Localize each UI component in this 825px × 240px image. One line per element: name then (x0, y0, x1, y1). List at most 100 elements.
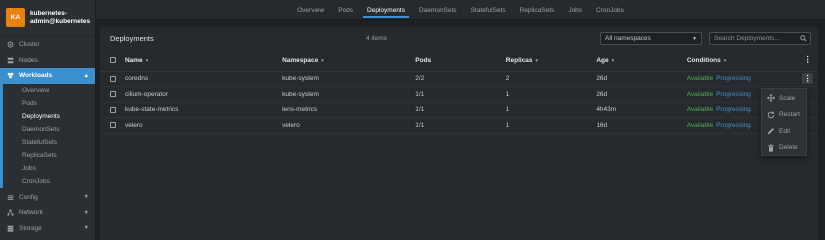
column-header-name[interactable]: Name ▼ (124, 50, 283, 72)
cluster-name: kubernetes-admin@kubernetes (30, 10, 91, 25)
cell-conditions: Available Progressing (686, 71, 798, 87)
cell-age: 4h43m (596, 102, 687, 118)
sidebar-item-storage[interactable]: Storage ▼ (0, 221, 95, 237)
menu-item-label: Edit (779, 127, 791, 135)
cell-name: cilium-operator (124, 86, 283, 103)
sidebar-item-cluster[interactable]: Cluster (0, 37, 95, 53)
kebab-icon: ⋮ (803, 73, 812, 83)
cell-pods: 1/1 (415, 102, 506, 118)
scale-icon (767, 94, 775, 103)
cell-namespace: kube-system (282, 71, 416, 87)
condition-available: Available (686, 90, 714, 98)
sidebar-subitem-pods[interactable]: Pods (3, 97, 95, 110)
sidebar: KA kubernetes-admin@kubernetes ▼ Cluster… (0, 0, 100, 240)
table-row[interactable]: cilium-operator kube-system 1/1 1 26d Av… (100, 86, 818, 103)
tab-pods[interactable]: Pods (331, 0, 360, 20)
menu-item-scale[interactable]: Scale (762, 90, 806, 107)
sidebar-item-label: Workloads (19, 72, 53, 80)
sidebar-subitem-overview[interactable]: Overview (3, 84, 95, 97)
sidebar-item-config[interactable]: Config ▼ (0, 190, 95, 206)
edit-icon (767, 128, 774, 135)
nodes-icon (7, 57, 14, 64)
menu-item-restart[interactable]: Restart (762, 107, 806, 124)
sidebar-subitem-deployments[interactable]: Deployments (3, 110, 95, 123)
cluster-selector[interactable]: KA kubernetes-admin@kubernetes ▼ (0, 0, 100, 36)
row-checkbox[interactable] (110, 122, 116, 129)
menu-item-label: Restart (779, 111, 800, 119)
sidebar-item-network[interactable]: Network ▼ (0, 205, 95, 221)
sidebar-subitem-daemonsets[interactable]: DaemonSets (3, 123, 95, 136)
sidebar-item-label: Nodes (19, 56, 38, 64)
cell-namespace: lens-metrics (282, 102, 416, 118)
sort-icon: ▼ (722, 57, 728, 63)
panel-header: Deployments 4 items All namespaces ▼ Sea… (100, 27, 818, 50)
tab-deployments[interactable]: Deployments (360, 0, 412, 20)
menu-item-delete[interactable]: Delete (762, 140, 806, 157)
column-header-replicas[interactable]: Replicas ▼ (505, 50, 597, 72)
row-menu-button[interactable]: ⋮ (802, 73, 814, 85)
cell-pods: 2/2 (415, 71, 506, 87)
column-header-pods[interactable]: Pods (415, 50, 506, 72)
search-icon (800, 35, 807, 44)
menu-item-label: Delete (779, 144, 798, 152)
cell-pods: 1/1 (415, 86, 506, 103)
sidebar-item-label: Storage (19, 224, 42, 232)
menu-item-label: Scale (779, 94, 796, 102)
condition-progressing: Progressing (716, 106, 751, 114)
sidebar-item-label: Network (19, 209, 43, 217)
column-menu-icon[interactable]: ⋮ (804, 55, 812, 63)
search-placeholder: Search Deployments... (714, 35, 780, 42)
row-checkbox[interactable] (110, 91, 116, 98)
condition-available: Available (686, 106, 714, 114)
sidebar-item-label: Cluster (19, 41, 40, 49)
tab-overview[interactable]: Overview (290, 0, 331, 20)
column-header-namespace[interactable]: Namespace ▼ (282, 50, 416, 72)
select-all-checkbox[interactable] (110, 57, 116, 64)
tab-daemonsets[interactable]: DaemonSets (412, 0, 464, 20)
table-header-row: Name ▼ Namespace ▼ Pods Replicas ▼ Age ▼ Con… (100, 50, 818, 72)
condition-progressing: Progressing (716, 121, 751, 129)
condition-progressing: Progressing (716, 75, 751, 83)
chevron-down-icon: ▼ (692, 35, 697, 42)
tab-statefulsets[interactable]: StatefulSets (464, 0, 513, 20)
cell-namespace: velero (282, 117, 416, 134)
table-row[interactable]: coredns kube-system 2/2 2 26d Available P… (100, 71, 818, 87)
items-count: 4 items (366, 35, 387, 42)
namespace-select-value: All namespaces (605, 35, 651, 42)
tab-jobs[interactable]: Jobs (561, 0, 589, 20)
sidebar-subitem-jobs[interactable]: Jobs (3, 162, 95, 175)
workloads-submenu: Overview Pods Deployments DaemonSets Sta… (0, 83, 95, 188)
row-checkbox[interactable] (110, 75, 116, 82)
sidebar-subitem-statefulsets[interactable]: StatefulSets (3, 136, 95, 149)
sidebar-subitem-cronjobs[interactable]: CronJobs (3, 175, 95, 188)
table-row[interactable]: velero velero 1/1 1 16d Available Progres… (100, 117, 818, 134)
workloads-icon (7, 72, 14, 79)
network-icon (7, 209, 14, 216)
namespace-select[interactable]: All namespaces ▼ (600, 32, 702, 45)
sort-icon: ▼ (610, 57, 616, 63)
sidebar-subitem-replicasets[interactable]: ReplicaSets (3, 149, 95, 162)
cell-replicas: 1 (505, 117, 597, 134)
workloads-tabs: Overview Pods Deployments DaemonSets Sta… (96, 0, 825, 20)
cell-replicas: 1 (505, 86, 597, 103)
condition-progressing: Progressing (716, 90, 751, 98)
page-title: Deployments (110, 34, 154, 43)
search-input[interactable]: Search Deployments... (709, 32, 811, 45)
cell-pods: 1/1 (415, 117, 506, 134)
tab-replicasets[interactable]: ReplicaSets (513, 0, 562, 20)
sidebar-item-workloads[interactable]: Workloads ▲ (0, 68, 95, 84)
sort-icon: ▼ (320, 57, 325, 63)
tab-cronjobs[interactable]: CronJobs (589, 0, 631, 20)
storage-icon (7, 225, 14, 232)
sidebar-item-nodes[interactable]: Nodes (0, 53, 95, 69)
row-checkbox[interactable] (110, 106, 116, 113)
cell-age: 26d (596, 86, 687, 103)
column-header-conditions[interactable]: Conditions ▼ (686, 50, 798, 72)
cluster-avatar: KA (6, 8, 25, 27)
row-context-menu: Scale Restart Edit Delete (761, 88, 807, 156)
sidebar-item-label: Config (19, 193, 38, 201)
column-header-age[interactable]: Age ▼ (596, 50, 687, 72)
deployments-panel: Deployments 4 items All namespaces ▼ Sea… (100, 27, 818, 240)
menu-item-edit[interactable]: Edit (762, 123, 806, 140)
table-row[interactable]: kube-state-metrics lens-metrics 1/1 1 4h… (100, 102, 818, 118)
